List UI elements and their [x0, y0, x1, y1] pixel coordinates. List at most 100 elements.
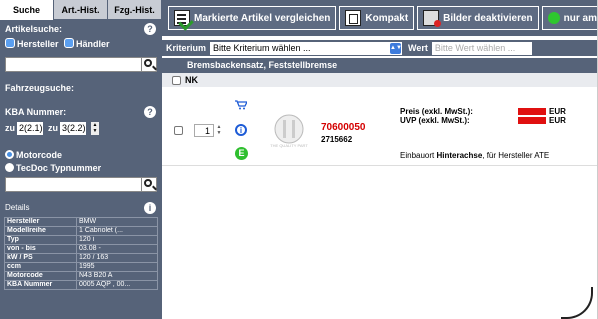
article-number-secondary: 2715662 — [321, 135, 353, 144]
group-label: NK — [185, 75, 198, 85]
quantity-stepper[interactable]: ▲ ▼ — [215, 124, 223, 137]
chevron-down-icon: ▲▼ — [390, 42, 402, 54]
details-value: 1995 — [76, 262, 158, 272]
article-row: 1 ▲ ▼ i E THE QUALITY PART 70600050 27156… — [162, 92, 597, 166]
details-row: Typ 120 i — [4, 235, 158, 245]
kba-heading: KBA Nummer:? — [0, 103, 162, 121]
kba-inputs: zu 2(2.1) zu 3(2.2) ▲ ▼ — [0, 121, 162, 135]
toolbar: Markierte Artikel vergleichen Kompakt Bi… — [162, 0, 597, 36]
search-icon — [144, 179, 152, 187]
details-key: von - bis — [4, 244, 77, 254]
tecdoc-option[interactable]: TecDoc Typnummer — [0, 162, 162, 175]
fahrzeug-search-button[interactable] — [142, 177, 157, 192]
stock-dot-icon — [547, 12, 560, 24]
article-number[interactable]: 70600050 — [321, 122, 366, 133]
hersteller-checkbox[interactable] — [5, 38, 15, 48]
wert-label: Wert — [408, 43, 428, 53]
price-label: Preis (exkl. MwSt.): — [400, 107, 473, 116]
tecdoc-radio[interactable] — [5, 163, 14, 172]
details-key: ccm — [4, 262, 77, 272]
details-row: kW / PS 120 / 163 — [4, 253, 158, 263]
image-off-icon — [423, 10, 442, 27]
haendler-label: Händler — [76, 39, 110, 49]
stock-label: nur am La — [563, 12, 597, 24]
details-heading: Details i — [0, 199, 162, 217]
group-row: NK — [162, 73, 597, 87]
info-icon[interactable]: i — [235, 124, 247, 136]
artikel-search-button[interactable] — [142, 57, 157, 72]
price-block: Preis (exkl. MwSt.): EUR UVP (exkl. MwSt.… — [400, 107, 566, 125]
fahrzeugsuche-heading: Fahrzeugsuche: — [5, 83, 75, 93]
filter-bar: Kriterium Bitte Kriterium wählen ... ▲▼ W… — [162, 40, 597, 56]
details-key: Motorcode — [4, 271, 77, 281]
kba-stepper[interactable]: ▲ ▼ — [91, 121, 99, 135]
tecdoc-label: TecDoc Typnummer — [16, 163, 102, 173]
details-key: Hersteller — [4, 217, 77, 227]
details-value: 120 / 163 — [76, 253, 158, 263]
details-key: Typ — [4, 235, 77, 245]
price-currency: EUR — [549, 107, 566, 116]
details-row: ccm 1995 — [4, 262, 158, 272]
motorcode-label: Motorcode — [16, 150, 62, 160]
tab-suche[interactable]: Suche — [0, 0, 54, 20]
details-row: Hersteller BMW — [4, 217, 158, 227]
details-row: von - bis 03.08 - — [4, 244, 158, 254]
sidebar: Suche Art.-Hist. Fzg.-Hist. Artikelsuche… — [0, 0, 162, 319]
artikel-search-input[interactable] — [5, 57, 142, 72]
cart-icon[interactable] — [235, 100, 247, 110]
window-corner — [561, 287, 593, 319]
kba-label: KBA Nummer: — [5, 107, 67, 117]
info-icon[interactable]: i — [144, 202, 156, 214]
compact-icon — [345, 10, 362, 26]
brand-logo: THE QUALITY PART — [270, 114, 308, 148]
artikel-search-row — [0, 57, 162, 73]
hersteller-label: Hersteller — [17, 39, 59, 49]
artikelsuche-heading: Artikelsuche:? — [0, 20, 162, 38]
compare-label: Markierte Artikel vergleichen — [194, 12, 331, 24]
zu-label: zu — [5, 123, 15, 133]
kriterium-value: Bitte Kriterium wählen ... — [213, 42, 311, 53]
kriterium-select[interactable]: Bitte Kriterium wählen ... ▲▼ — [210, 41, 403, 55]
help-icon[interactable]: ? — [144, 106, 156, 118]
group-checkbox[interactable] — [172, 75, 181, 85]
details-row: KBA Nummer 0005 AQP , 00... — [4, 280, 158, 290]
price-redacted — [518, 108, 546, 115]
note-text: , für Hersteller ATE — [482, 151, 550, 160]
details-value: 03.08 - — [76, 244, 158, 254]
kba-field-1[interactable]: 2(2.1) — [17, 121, 43, 135]
details-key: kW / PS — [4, 253, 77, 263]
stock-button[interactable]: nur am La — [541, 6, 597, 30]
e-badge-icon[interactable]: E — [235, 147, 248, 160]
details-value: 120 i — [76, 235, 158, 245]
sidebar-tabs: Suche Art.-Hist. Fzg.-Hist. — [0, 0, 162, 20]
category-header: Bremsbackensatz, Feststellbremse — [162, 58, 597, 73]
compare-icon — [174, 10, 190, 26]
wert-select[interactable]: Bitte Wert wählen ... — [431, 41, 532, 55]
images-label: Bilder deaktivieren — [443, 12, 533, 24]
details-value: N43 B20 A — [76, 271, 158, 281]
fahrzeug-search-row — [0, 177, 162, 193]
tab-fzg-hist[interactable]: Fzg.-Hist. — [108, 0, 162, 20]
details-label: Details — [5, 203, 30, 212]
motorcode-radio[interactable] — [5, 150, 14, 159]
help-icon[interactable]: ? — [144, 23, 156, 35]
kba-field-2[interactable]: 3(2.2) — [60, 121, 86, 135]
artikelsuche-options: Hersteller Händler — [0, 38, 162, 51]
artikelsuche-label: Artikelsuche: — [5, 24, 63, 34]
images-button[interactable]: Bilder deaktivieren — [417, 6, 539, 30]
zu-label: zu — [48, 123, 58, 133]
article-note: Einbauort Hinterachse, für Hersteller AT… — [400, 151, 549, 160]
tab-art-hist[interactable]: Art.-Hist. — [54, 0, 108, 20]
compare-button[interactable]: Markierte Artikel vergleichen — [168, 6, 337, 30]
fahrzeug-search-input[interactable] — [5, 177, 142, 192]
compact-label: Kompakt — [365, 12, 409, 24]
note-bold: Hinterachse — [436, 151, 483, 160]
motorcode-option[interactable]: Motorcode — [0, 149, 162, 162]
compact-button[interactable]: Kompakt — [339, 6, 415, 30]
haendler-checkbox[interactable] — [64, 38, 75, 48]
main-area: Markierte Artikel vergleichen Kompakt Bi… — [162, 0, 598, 319]
kriterium-label: Kriterium — [166, 43, 207, 53]
quantity-field[interactable]: 1 — [194, 124, 214, 137]
article-checkbox[interactable] — [174, 126, 183, 135]
uvp-currency: EUR — [549, 116, 566, 125]
